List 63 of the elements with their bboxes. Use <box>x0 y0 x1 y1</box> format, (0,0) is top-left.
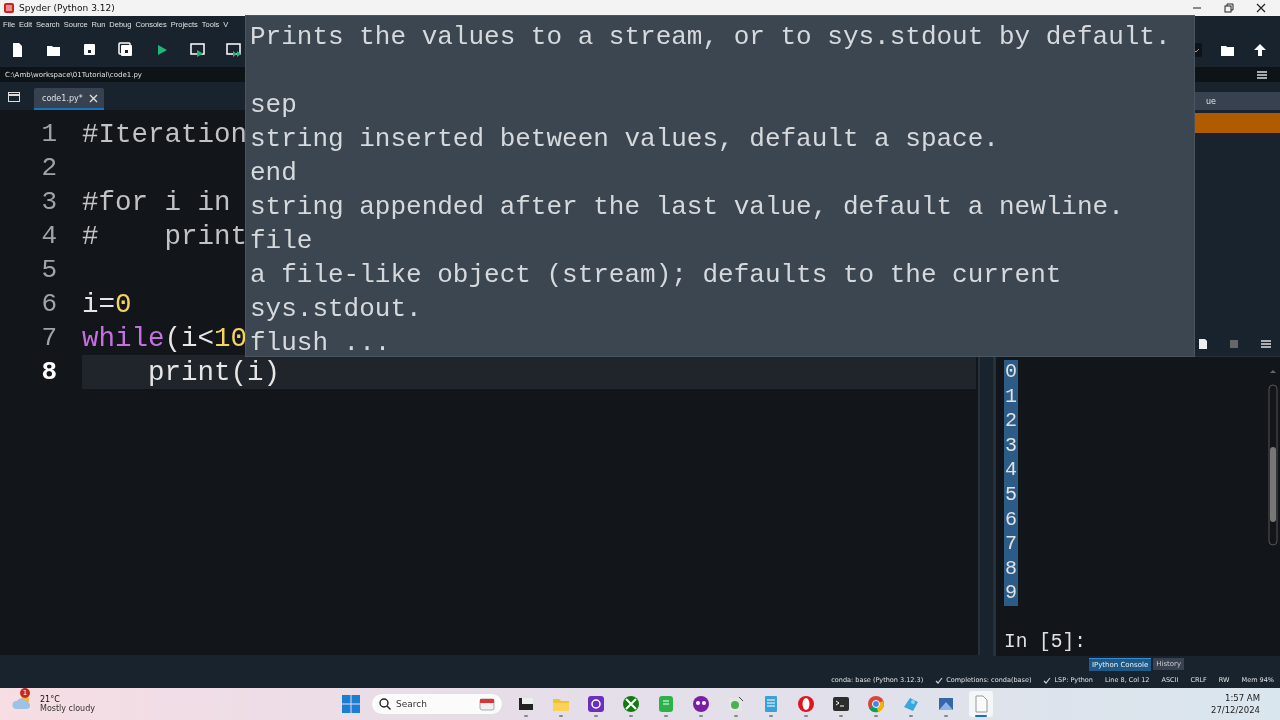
line-number: 6 <box>40 289 58 319</box>
window-title: Spyder (Python 3.12) <box>19 3 115 13</box>
clock-time: 1:57 AM <box>1224 692 1260 704</box>
code-line: #Iteration <box>82 118 248 150</box>
restore-icon[interactable] <box>1224 3 1234 13</box>
app-icon[interactable] <box>587 695 605 713</box>
search-field[interactable]: Search <box>371 693 503 715</box>
console-output: 8 <box>1004 556 1020 582</box>
console-output: 4 <box>1004 458 1020 483</box>
check-icon <box>1043 676 1052 684</box>
run-cell-icon[interactable] <box>190 42 206 58</box>
xbox-icon[interactable] <box>622 695 640 713</box>
browse-tabs-icon[interactable] <box>8 92 20 102</box>
search-icon <box>379 698 391 710</box>
console-panel[interactable]: 0 1 2 3 4 5 6 7 8 9 In [5]: <box>993 357 1280 656</box>
docstring-line: end <box>250 157 298 190</box>
up-arrow-icon[interactable] <box>1252 42 1268 58</box>
menu-icon[interactable] <box>1256 69 1268 80</box>
code-line: while(i<10 <box>82 322 248 354</box>
document-icon[interactable] <box>1198 338 1208 350</box>
console-output: 5 <box>1004 482 1020 508</box>
docstring-line: file <box>250 225 314 258</box>
line-number: 4 <box>40 221 58 251</box>
console-output: 3 <box>1004 433 1020 459</box>
save-all-icon[interactable] <box>118 42 134 58</box>
line-number: 3 <box>40 187 58 217</box>
console-output: 7 <box>1004 532 1020 557</box>
line-number: 8 <box>40 357 58 387</box>
clock-date: 27/12/2024 <box>1211 704 1260 716</box>
console-output: 6 <box>1004 507 1020 533</box>
check-icon <box>935 676 944 684</box>
run-cell-advance-icon[interactable] <box>226 42 242 58</box>
console-prompt: In [5]: <box>1004 629 1087 654</box>
file-tab[interactable]: code1.py* <box>34 88 104 110</box>
app-icon[interactable] <box>692 695 710 713</box>
line-number: 1 <box>40 119 58 149</box>
console-output: 0 <box>1004 360 1020 385</box>
scrollbar[interactable] <box>1268 367 1278 547</box>
temperature: 21°C <box>40 695 61 704</box>
code-line: i=0 <box>82 288 132 320</box>
line-number: 2 <box>40 153 58 183</box>
weather-condition: Mostly cloudy <box>40 704 95 713</box>
console-output: 1 <box>1004 384 1020 410</box>
docstring-line: sys.stdout. <box>250 293 423 326</box>
chrome-icon[interactable] <box>867 695 885 713</box>
code-line: # print <box>82 220 248 252</box>
docstring-summary: Prints the values to a stream, or to sys.stdout by default. <box>250 21 1172 54</box>
column-header: ue <box>1206 96 1216 106</box>
window-icon[interactable] <box>517 695 535 713</box>
app-icon[interactable] <box>937 695 955 713</box>
save-icon[interactable] <box>82 42 98 58</box>
close-icon[interactable] <box>1256 3 1266 13</box>
line-number: 5 <box>40 255 58 285</box>
terminal-icon[interactable] <box>832 695 850 713</box>
menu-icon[interactable] <box>1260 339 1272 349</box>
line-number: 7 <box>40 323 58 353</box>
console-output: 2 <box>1004 409 1020 434</box>
start-icon[interactable] <box>342 695 360 713</box>
console-output: 9 <box>1004 581 1020 606</box>
app-icon <box>4 3 14 13</box>
opera-icon[interactable] <box>797 695 815 713</box>
code-line: #for i in <box>82 186 231 218</box>
calendar-icon <box>477 697 497 711</box>
